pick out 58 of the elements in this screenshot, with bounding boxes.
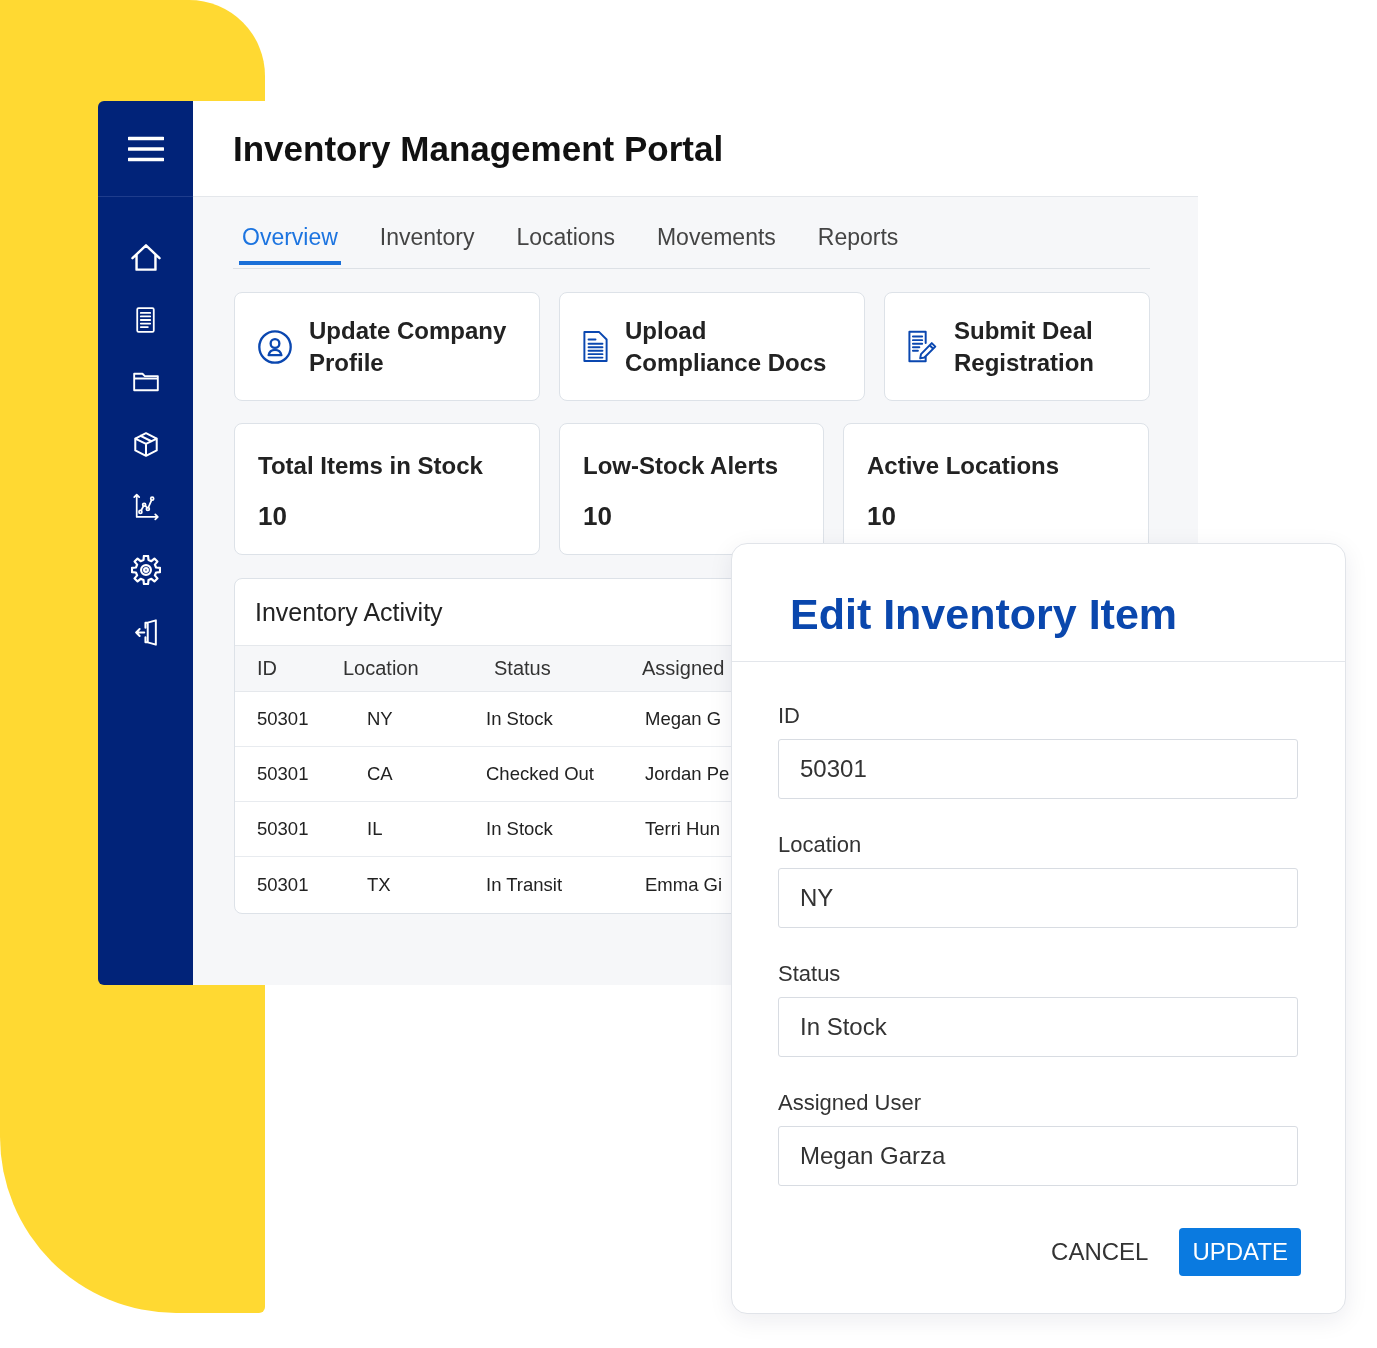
table-cell: TX bbox=[367, 873, 391, 896]
field-label: Location bbox=[778, 832, 862, 858]
table-cell: Megan G bbox=[645, 708, 722, 730]
column-header: Assigned bbox=[642, 657, 725, 680]
gear-icon[interactable] bbox=[130, 554, 161, 585]
table-cell: In Stock bbox=[486, 818, 553, 840]
page-title: Inventory Management Portal bbox=[233, 127, 724, 170]
action-card[interactable]: Upload Compliance Docs bbox=[559, 292, 865, 401]
table-cell: CA bbox=[367, 763, 393, 785]
id-field[interactable]: 50301 bbox=[778, 739, 1298, 799]
user-circle-icon bbox=[258, 329, 292, 364]
table-cell: NY bbox=[367, 708, 393, 730]
table-cell: 50301 bbox=[257, 818, 309, 840]
column-header: ID bbox=[257, 657, 277, 680]
table-cell: 50301 bbox=[257, 763, 309, 785]
document-icon[interactable] bbox=[136, 306, 155, 333]
menu-icon[interactable] bbox=[127, 135, 164, 162]
table-cell: 50301 bbox=[257, 708, 309, 730]
field-label: Status bbox=[778, 961, 841, 987]
document-icon bbox=[583, 330, 608, 363]
stat-value: 10 bbox=[867, 501, 896, 531]
stat-title: Active Locations bbox=[867, 451, 1060, 481]
status-field[interactable]: In Stock bbox=[778, 997, 1298, 1057]
chart-icon[interactable] bbox=[132, 493, 159, 521]
cancel-button[interactable]: CANCEL bbox=[1051, 1238, 1149, 1266]
action-card[interactable]: Update Company Profile bbox=[234, 292, 540, 401]
document-pen-icon bbox=[908, 330, 937, 363]
action-card[interactable]: Submit Deal Registration bbox=[884, 292, 1150, 401]
column-header: Location bbox=[343, 657, 419, 680]
table-cell: IL bbox=[367, 818, 383, 840]
home-icon[interactable] bbox=[130, 243, 161, 271]
tab[interactable]: Movements bbox=[653, 224, 779, 265]
stat-value: 10 bbox=[258, 501, 287, 531]
tab[interactable]: Reports bbox=[814, 224, 902, 265]
field-label: ID bbox=[778, 703, 800, 729]
tab[interactable]: Locations bbox=[513, 224, 618, 265]
tab[interactable]: Overview bbox=[239, 224, 341, 265]
stat-value: 10 bbox=[583, 501, 612, 531]
table-cell: Terri Hun bbox=[645, 818, 721, 840]
table-cell: In Stock bbox=[486, 708, 553, 730]
stat-title: Total Items in Stock bbox=[258, 451, 483, 481]
table-cell: Checked Out bbox=[486, 763, 594, 785]
update-button[interactable]: UPDATE bbox=[1179, 1228, 1301, 1276]
field-label: Assigned User bbox=[778, 1090, 922, 1116]
box-icon[interactable] bbox=[133, 432, 158, 457]
table-cell: 50301 bbox=[257, 873, 309, 896]
tab[interactable]: Inventory bbox=[376, 224, 478, 265]
column-header: Status bbox=[494, 657, 551, 680]
dialog-title: Edit Inventory Item bbox=[790, 589, 1178, 640]
assigned-user-field[interactable]: Megan Garza bbox=[778, 1126, 1298, 1186]
stat-title: Low-Stock Alerts bbox=[583, 451, 779, 481]
location-field[interactable]: NY bbox=[778, 868, 1298, 928]
card-title: Inventory Activity bbox=[255, 597, 443, 627]
door-arrow-icon[interactable] bbox=[134, 618, 157, 646]
table-cell: In Transit bbox=[486, 873, 563, 896]
table-cell: Emma Gi bbox=[645, 873, 723, 896]
folder-icon[interactable] bbox=[132, 372, 159, 392]
table-cell: Jordan Pe bbox=[645, 763, 730, 785]
